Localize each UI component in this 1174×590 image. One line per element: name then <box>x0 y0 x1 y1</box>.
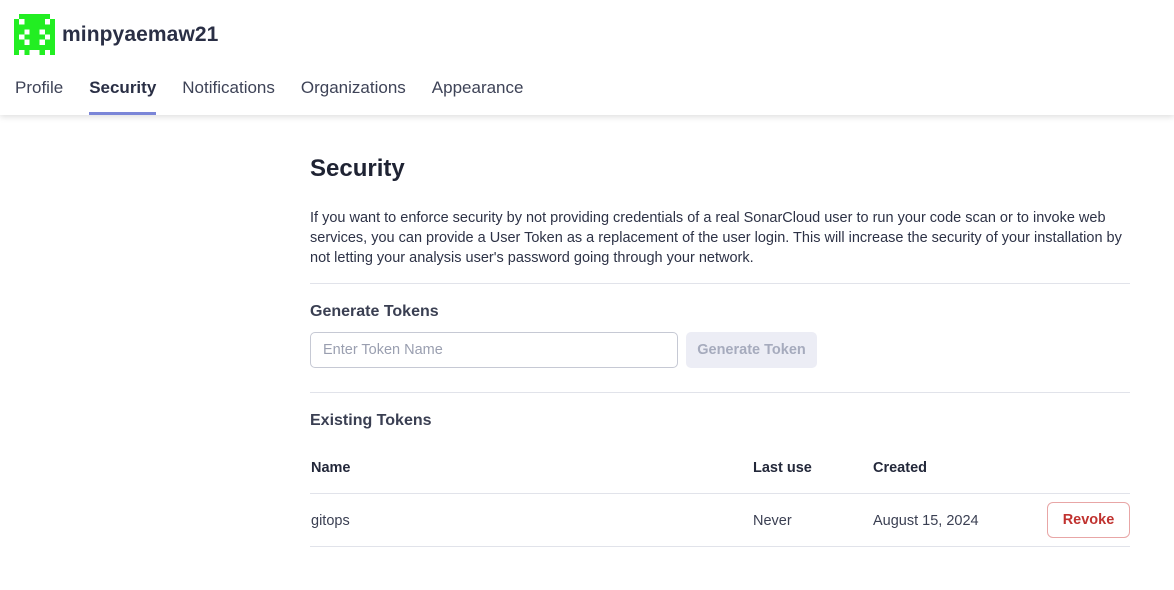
divider <box>310 283 1130 284</box>
generate-token-button[interactable]: Generate Token <box>686 332 817 368</box>
user-identity: minpyaemaw21 <box>14 14 218 55</box>
token-last-use: Never <box>753 513 792 529</box>
tab-profile[interactable]: Profile <box>15 70 63 115</box>
existing-tokens-title: Existing Tokens <box>310 412 432 429</box>
column-header-last-use: Last use <box>753 460 812 476</box>
token-name-input[interactable] <box>310 332 678 368</box>
security-description: If you want to enforce security by not p… <box>310 210 1122 266</box>
token-name: gitops <box>311 513 350 529</box>
avatar <box>14 14 55 55</box>
column-header-created: Created <box>873 460 927 476</box>
tab-notifications[interactable]: Notifications <box>182 70 275 115</box>
page-title: Security <box>310 155 405 182</box>
tab-security[interactable]: Security <box>89 70 157 115</box>
row-divider <box>310 493 1130 494</box>
account-tabs: Profile Security Notifications Organizat… <box>15 70 549 115</box>
divider <box>310 392 1130 393</box>
username: minpyaemaw21 <box>62 22 219 46</box>
row-divider <box>310 546 1130 547</box>
revoke-button[interactable]: Revoke <box>1047 502 1130 538</box>
tab-appearance[interactable]: Appearance <box>432 70 524 115</box>
top-header: minpyaemaw21 Profile Security Notificati… <box>0 0 1174 115</box>
tab-organizations[interactable]: Organizations <box>301 70 406 115</box>
generate-tokens-title: Generate Tokens <box>310 303 439 320</box>
token-created: August 15, 2024 <box>873 513 979 529</box>
column-header-name: Name <box>311 460 351 476</box>
